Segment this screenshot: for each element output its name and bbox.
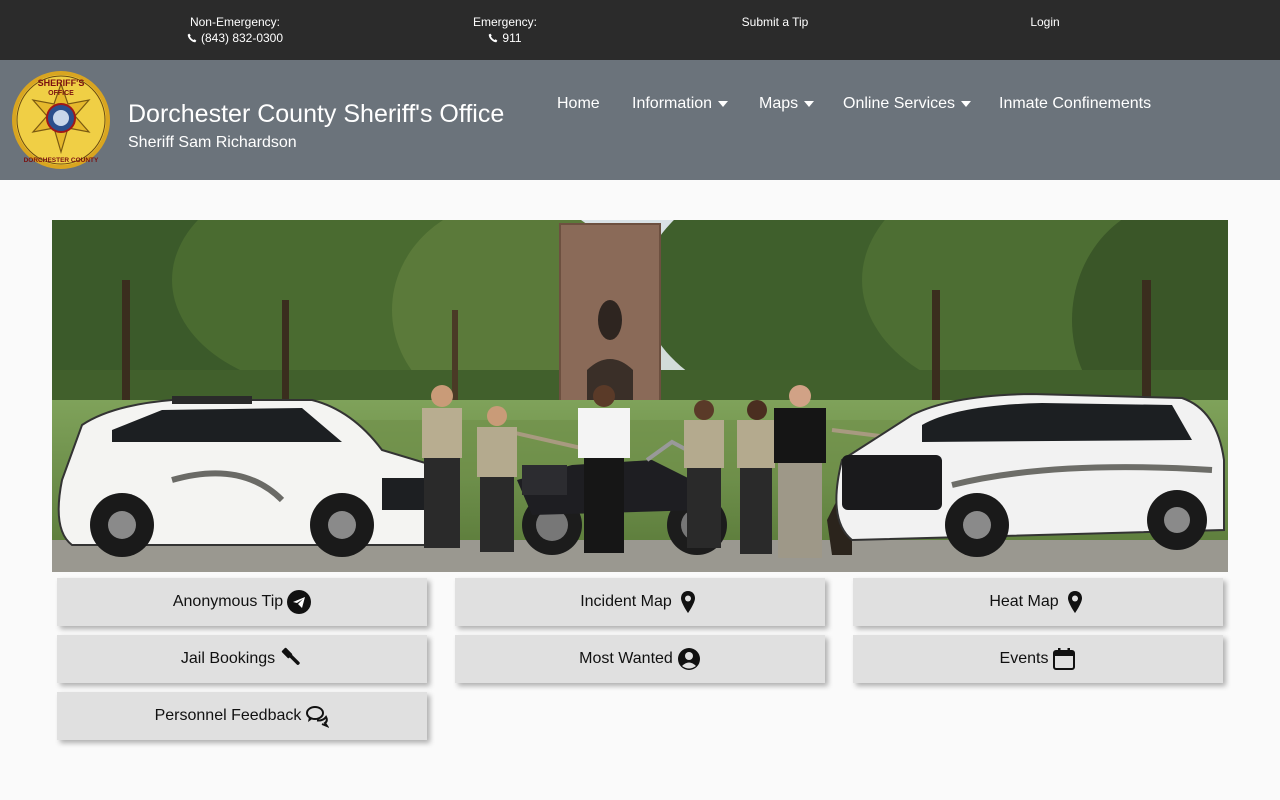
- submit-tip-link[interactable]: Submit a Tip: [742, 14, 809, 30]
- incident-map-label: Incident Map: [580, 593, 672, 610]
- paper-plane-icon: [287, 590, 312, 614]
- emergency-contact[interactable]: Emergency: 911: [473, 14, 537, 46]
- personnel-feedback-label: Personnel Feedback: [154, 707, 302, 724]
- nav-maps[interactable]: Maps: [759, 95, 815, 113]
- site-subtitle: Sheriff Sam Richardson: [128, 134, 297, 151]
- login-link[interactable]: Login: [1030, 14, 1059, 30]
- nav-home-label: Home: [557, 95, 600, 112]
- personnel-feedback-button[interactable]: Personnel Feedback: [57, 692, 427, 740]
- hero-photo: [52, 220, 1228, 572]
- non-emergency-contact[interactable]: Non-Emergency: (843) 832-0300: [187, 14, 283, 46]
- user-circle-icon: [677, 648, 700, 670]
- caret-down-icon: [804, 101, 815, 107]
- incident-map-button[interactable]: Incident Map: [455, 578, 825, 626]
- map-marker-icon: [680, 591, 695, 613]
- nav-home[interactable]: Home: [557, 95, 600, 113]
- heat-map-button[interactable]: Heat Map: [853, 578, 1223, 626]
- nav-online-services[interactable]: Online Services: [843, 95, 972, 113]
- site-header: SHERIFF'S OFFICE DORCHESTER COUNTY Dorch…: [0, 60, 1280, 180]
- nav-online-services-label: Online Services: [843, 95, 956, 112]
- nav-inmate-confinements[interactable]: Inmate Confinements: [999, 95, 1151, 113]
- caret-down-icon: [961, 101, 972, 107]
- phone-icon: [489, 33, 498, 43]
- emergency-phone: 911: [502, 31, 522, 45]
- events-label: Events: [999, 650, 1049, 667]
- non-emergency-label: Non-Emergency:: [189, 15, 281, 29]
- badge-text-office: OFFICE: [48, 90, 74, 97]
- badge-text-bottom: DORCHESTER COUNTY: [24, 157, 99, 164]
- heat-map-label: Heat Map: [989, 593, 1059, 610]
- calendar-icon: [1053, 648, 1076, 670]
- nav-information-label: Information: [632, 95, 713, 112]
- map-marker-icon: [1067, 591, 1082, 613]
- emergency-label: Emergency:: [472, 15, 538, 29]
- sheriff-badge-logo[interactable]: SHERIFF'S OFFICE DORCHESTER COUNTY: [11, 70, 111, 170]
- top-bar: Non-Emergency: (843) 832-0300 Emergency:…: [0, 0, 1280, 60]
- nav-information[interactable]: Information: [632, 95, 729, 113]
- comments-icon: [306, 706, 330, 728]
- events-button[interactable]: Events: [853, 635, 1223, 683]
- caret-down-icon: [718, 101, 729, 107]
- most-wanted-button[interactable]: Most Wanted: [455, 635, 825, 683]
- most-wanted-label: Most Wanted: [579, 650, 673, 667]
- non-emergency-phone: (843) 832-0300: [200, 31, 284, 45]
- anonymous-tip-button[interactable]: Anonymous Tip: [57, 578, 427, 626]
- anonymous-tip-label: Anonymous Tip: [172, 593, 284, 610]
- site-title[interactable]: Dorchester County Sheriff's Office: [128, 100, 504, 129]
- gavel-icon: [281, 647, 300, 665]
- nav-maps-label: Maps: [759, 95, 799, 112]
- jail-bookings-label: Jail Bookings: [180, 650, 276, 667]
- jail-bookings-button[interactable]: Jail Bookings: [57, 635, 427, 683]
- nav-inmate-confinements-label: Inmate Confinements: [999, 95, 1152, 112]
- badge-text-top: SHERIFF'S: [38, 78, 85, 88]
- phone-icon: [187, 33, 197, 43]
